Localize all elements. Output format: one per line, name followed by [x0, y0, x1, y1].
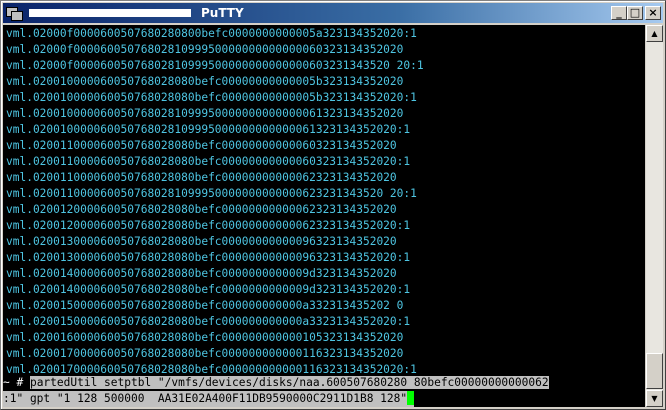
terminal-line: vml.020012000060050768028080befc00000000…	[6, 219, 411, 232]
scroll-up-button[interactable]: ▲	[646, 25, 663, 42]
terminal-line: vml.020015000060050768028080befc00000000…	[6, 299, 404, 312]
command-line-2: :1" gpt "1 128 500000 AA31E02A400F11DB95…	[3, 391, 415, 407]
terminal-line: vml.020016000060050768028080befc00000000…	[6, 331, 404, 344]
close-button[interactable]: ×	[645, 6, 661, 20]
terminal-line: vml.020015000060050768028080befc00000000…	[6, 315, 411, 328]
terminal-line: vml.020013000060050768028080befc00000000…	[6, 251, 411, 264]
title-bar[interactable]: PuTTY _ □ ×	[3, 3, 663, 23]
command-text-2: :1" gpt "1 128 500000 AA31E02A400F11DB95…	[3, 392, 408, 405]
maximize-button[interactable]: □	[627, 6, 643, 20]
terminal-line: vml.020011000060050768028080befc00000000…	[6, 171, 397, 184]
shell-prompt: ~ #	[3, 376, 30, 389]
terminal-line: vml.020014000060050768028080befc00000000…	[6, 283, 411, 296]
window-title: PuTTY	[201, 6, 244, 20]
scroll-down-button[interactable]: ▼	[646, 390, 663, 407]
minimize-button[interactable]: _	[611, 6, 627, 20]
vertical-scrollbar[interactable]: ▲ ▼	[646, 25, 663, 407]
terminal-line: vml.020012000060050768028080befc00000000…	[6, 203, 397, 216]
terminal-line: vml.020011000060050768028080befc00000000…	[6, 139, 397, 152]
terminal-line: vml.02000f000060050768028109995000000000…	[6, 43, 404, 56]
scrollbar-thumb[interactable]	[646, 353, 663, 389]
terminal-line: vml.02000f0000600507680280800befc0000000…	[6, 27, 417, 40]
terminal-output: vml.02000f0000600507680280800befc0000000…	[6, 26, 424, 378]
title-highlight-strip	[29, 9, 191, 17]
terminal-line: vml.020010000060050768028109995000000000…	[6, 107, 404, 120]
terminal-line: vml.020014000060050768028080befc00000000…	[6, 267, 397, 280]
terminal-line: vml.020011000060050768028109995000000000…	[6, 187, 417, 200]
terminal-line: vml.020011000060050768028080befc00000000…	[6, 155, 411, 168]
putty-window: PuTTY _ □ × vml.02000f000060050768028080…	[0, 0, 666, 410]
command-line-1: ~ # partedUtil setptbl "/vmfs/devices/di…	[3, 375, 549, 391]
terminal-line: vml.020013000060050768028080befc00000000…	[6, 235, 397, 248]
text-cursor	[407, 391, 415, 405]
terminal-line: vml.02000f000060050768028109995000000000…	[6, 59, 424, 72]
terminal-line: vml.020010000060050768028080befc00000000…	[6, 75, 404, 88]
terminal-line: vml.020017000060050768028080befc00000000…	[6, 347, 404, 360]
command-text-1: partedUtil setptbl "/vmfs/devices/disks/…	[29, 376, 549, 389]
terminal-area[interactable]: vml.02000f0000600507680280800befc0000000…	[3, 25, 645, 407]
terminal-line: vml.020010000060050768028080befc00000000…	[6, 91, 417, 104]
putty-app-icon[interactable]	[6, 5, 23, 21]
terminal-line: vml.020010000060050768028109995000000000…	[6, 123, 411, 136]
